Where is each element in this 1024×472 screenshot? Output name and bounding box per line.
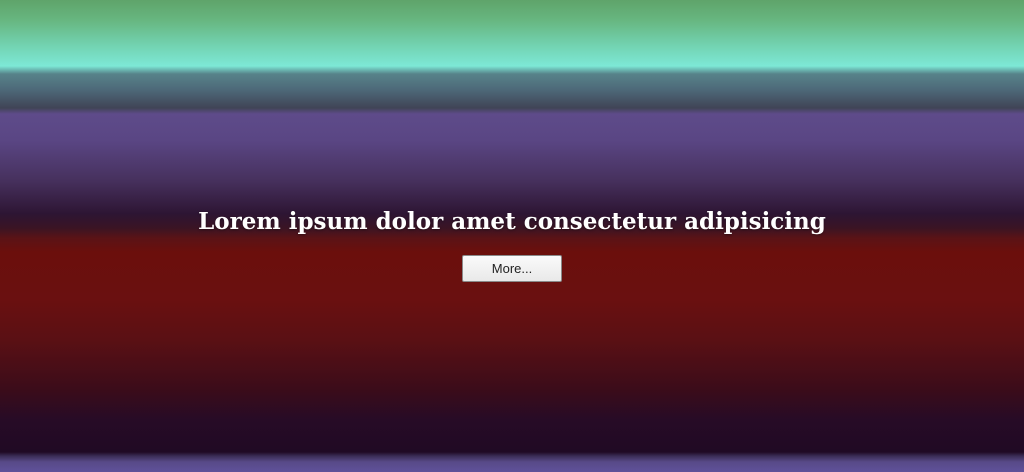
- more-button[interactable]: More...: [462, 255, 562, 282]
- hero-section: Lorem ipsum dolor amet consectetur adipi…: [0, 208, 1024, 282]
- hero-title: Lorem ipsum dolor amet consectetur adipi…: [198, 208, 826, 235]
